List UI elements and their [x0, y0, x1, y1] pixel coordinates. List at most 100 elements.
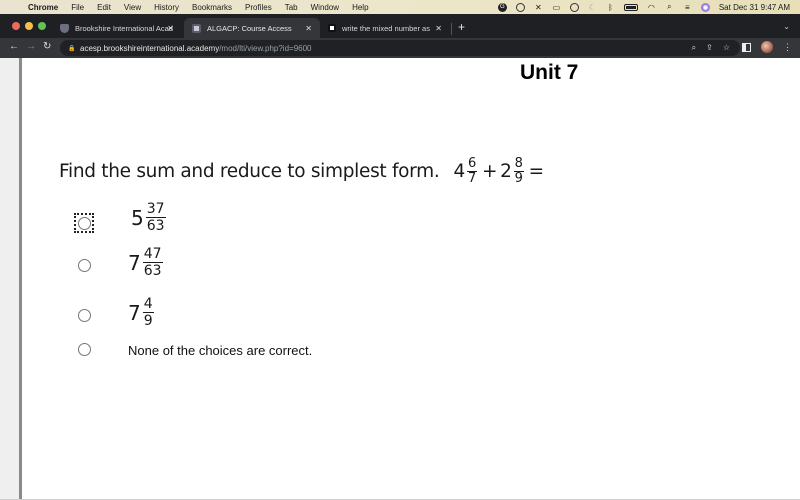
choice-2-radio[interactable] [78, 259, 91, 272]
radio-button[interactable] [78, 309, 91, 322]
denominator: 9 [514, 171, 523, 186]
user-account-icon[interactable] [515, 2, 525, 12]
numerator: 4 [142, 296, 154, 313]
left-border [19, 58, 22, 500]
menu-window[interactable]: Window [311, 3, 339, 12]
back-button[interactable]: ← [9, 41, 19, 52]
tab-title: ALGACP: Course Access [207, 23, 292, 33]
screen-mirror-icon[interactable]: ▭ [552, 3, 561, 12]
menu-bookmarks[interactable]: Bookmarks [192, 3, 232, 12]
reload-button[interactable]: ↻ [43, 41, 51, 52]
menu-clock[interactable]: Sat Dec 31 9:47 AM [719, 3, 790, 12]
tab-search-chevron-icon[interactable]: ⌄ [783, 22, 790, 31]
tab-brookshire[interactable]: Brookshire International Acade ✕ [52, 18, 182, 38]
menu-edit[interactable]: Edit [97, 3, 111, 12]
numerator: 37 [145, 201, 166, 218]
menu-profiles[interactable]: Profiles [245, 3, 272, 12]
grammarly-icon[interactable]: G [497, 2, 507, 12]
new-tab-button[interactable]: + [458, 20, 465, 34]
numerator: 8 [513, 156, 524, 172]
shield-favicon-icon [192, 23, 201, 33]
numerator: 47 [142, 246, 163, 263]
page-viewport: Unit 7 Find the sum and reduce to simple… [0, 58, 800, 500]
share-icon[interactable]: ⇪ [706, 43, 713, 53]
window-minimize-button[interactable] [25, 22, 33, 30]
zoom-icon[interactable]: ⌕ [692, 43, 696, 53]
url-host: acesp.brookshireinternational.academy [80, 43, 220, 53]
forward-button[interactable]: → [26, 41, 36, 52]
mixed-number-term1: 4 6 7 [453, 157, 478, 186]
window-close-button[interactable] [12, 22, 20, 30]
wifi-icon[interactable]: ◠ [647, 3, 656, 12]
choice-1-radio[interactable] [74, 213, 94, 233]
choice-4-label[interactable]: None of the choices are correct. [128, 343, 312, 358]
fraction: 4 9 [142, 296, 154, 329]
choice-3-radio[interactable] [78, 309, 91, 322]
window-maximize-button[interactable] [38, 22, 46, 30]
plus-operator: + [481, 161, 498, 182]
radio-button[interactable] [78, 259, 91, 272]
whole-part: 5 [131, 205, 144, 230]
menu-view[interactable]: View [124, 3, 141, 12]
whole-part: 4 [453, 161, 465, 182]
numerator: 6 [466, 156, 477, 172]
macos-menu-bar: Chrome File Edit View History Bookmarks … [0, 0, 800, 14]
menu-app-name[interactable]: Chrome [28, 3, 58, 12]
menu-history[interactable]: History [154, 3, 179, 12]
radio-button[interactable] [77, 216, 91, 230]
tab-title: Brookshire International Acade [75, 23, 173, 33]
tab-write-mixed-number[interactable]: write the mixed number as an i ✕ [320, 18, 450, 38]
equals-sign: = [528, 161, 545, 182]
fraction: 6 7 [466, 156, 477, 186]
control-center-icon[interactable]: ≡ [683, 3, 692, 12]
browser-toolbar: ← → ↻ 🔒 acesp.brookshireinternational.ac… [0, 38, 800, 58]
play-icon[interactable] [569, 2, 579, 12]
denominator: 63 [146, 218, 165, 234]
fraction: 37 63 [145, 201, 166, 234]
denominator: 7 [467, 171, 476, 186]
tab-close-icon[interactable]: ✕ [305, 24, 312, 33]
focus-moon-icon[interactable]: ☾ [588, 3, 597, 12]
fraction: 47 63 [142, 246, 163, 279]
question-text: Find the sum and reduce to simplest form… [59, 157, 544, 186]
more-menu-icon[interactable]: ⋮ [783, 42, 792, 53]
mute-icon[interactable]: ✕ [534, 3, 543, 12]
bookmark-star-icon[interactable]: ☆ [723, 43, 730, 53]
denominator: 9 [143, 313, 153, 329]
bluetooth-icon[interactable]: ᛒ [606, 3, 615, 12]
left-gutter [0, 58, 19, 500]
tab-algacp-course-access[interactable]: ALGACP: Course Access ✕ [184, 18, 320, 38]
denominator: 63 [143, 263, 162, 279]
lock-icon[interactable]: 🔒 [68, 45, 75, 52]
tab-close-icon[interactable]: ✕ [167, 24, 174, 33]
page-favicon-icon [328, 24, 336, 32]
browser-tab-strip: Brookshire International Acade ✕ ALGACP:… [0, 14, 800, 38]
menu-file[interactable]: File [71, 3, 84, 12]
tab-close-icon[interactable]: ✕ [435, 24, 442, 33]
whole-part: 7 [128, 250, 141, 275]
window-controls [12, 22, 46, 30]
tab-separator [451, 23, 452, 35]
choice-4-radio[interactable] [78, 343, 91, 356]
whole-part: 2 [500, 161, 512, 182]
siri-icon[interactable] [700, 2, 710, 12]
question-expression: 4 6 7 + 2 8 9 = [453, 156, 545, 186]
address-bar[interactable]: 🔒 acesp.brookshireinternational.academy … [60, 40, 740, 56]
fraction: 8 9 [513, 156, 524, 186]
url-path: /mod/lti/view.php?id=9600 [219, 43, 312, 53]
profile-avatar[interactable] [761, 41, 773, 53]
tab-title: write the mixed number as an i [342, 23, 432, 33]
menu-tab[interactable]: Tab [285, 3, 298, 12]
menu-help[interactable]: Help [352, 3, 368, 12]
question-prompt: Find the sum and reduce to simplest form… [59, 161, 440, 182]
spotlight-search-icon[interactable]: ⌕ [665, 2, 674, 12]
radio-focus-ring[interactable] [74, 213, 94, 233]
unit-title: Unit 7 [520, 61, 579, 84]
choice-1-label[interactable]: 5 37 63 [131, 201, 168, 234]
choice-3-label[interactable]: 7 4 9 [128, 296, 156, 329]
side-panel-icon[interactable] [742, 42, 751, 52]
whole-part: 7 [128, 300, 141, 325]
radio-button[interactable] [78, 343, 91, 356]
battery-icon[interactable] [623, 3, 638, 11]
choice-2-label[interactable]: 7 47 63 [128, 246, 165, 279]
